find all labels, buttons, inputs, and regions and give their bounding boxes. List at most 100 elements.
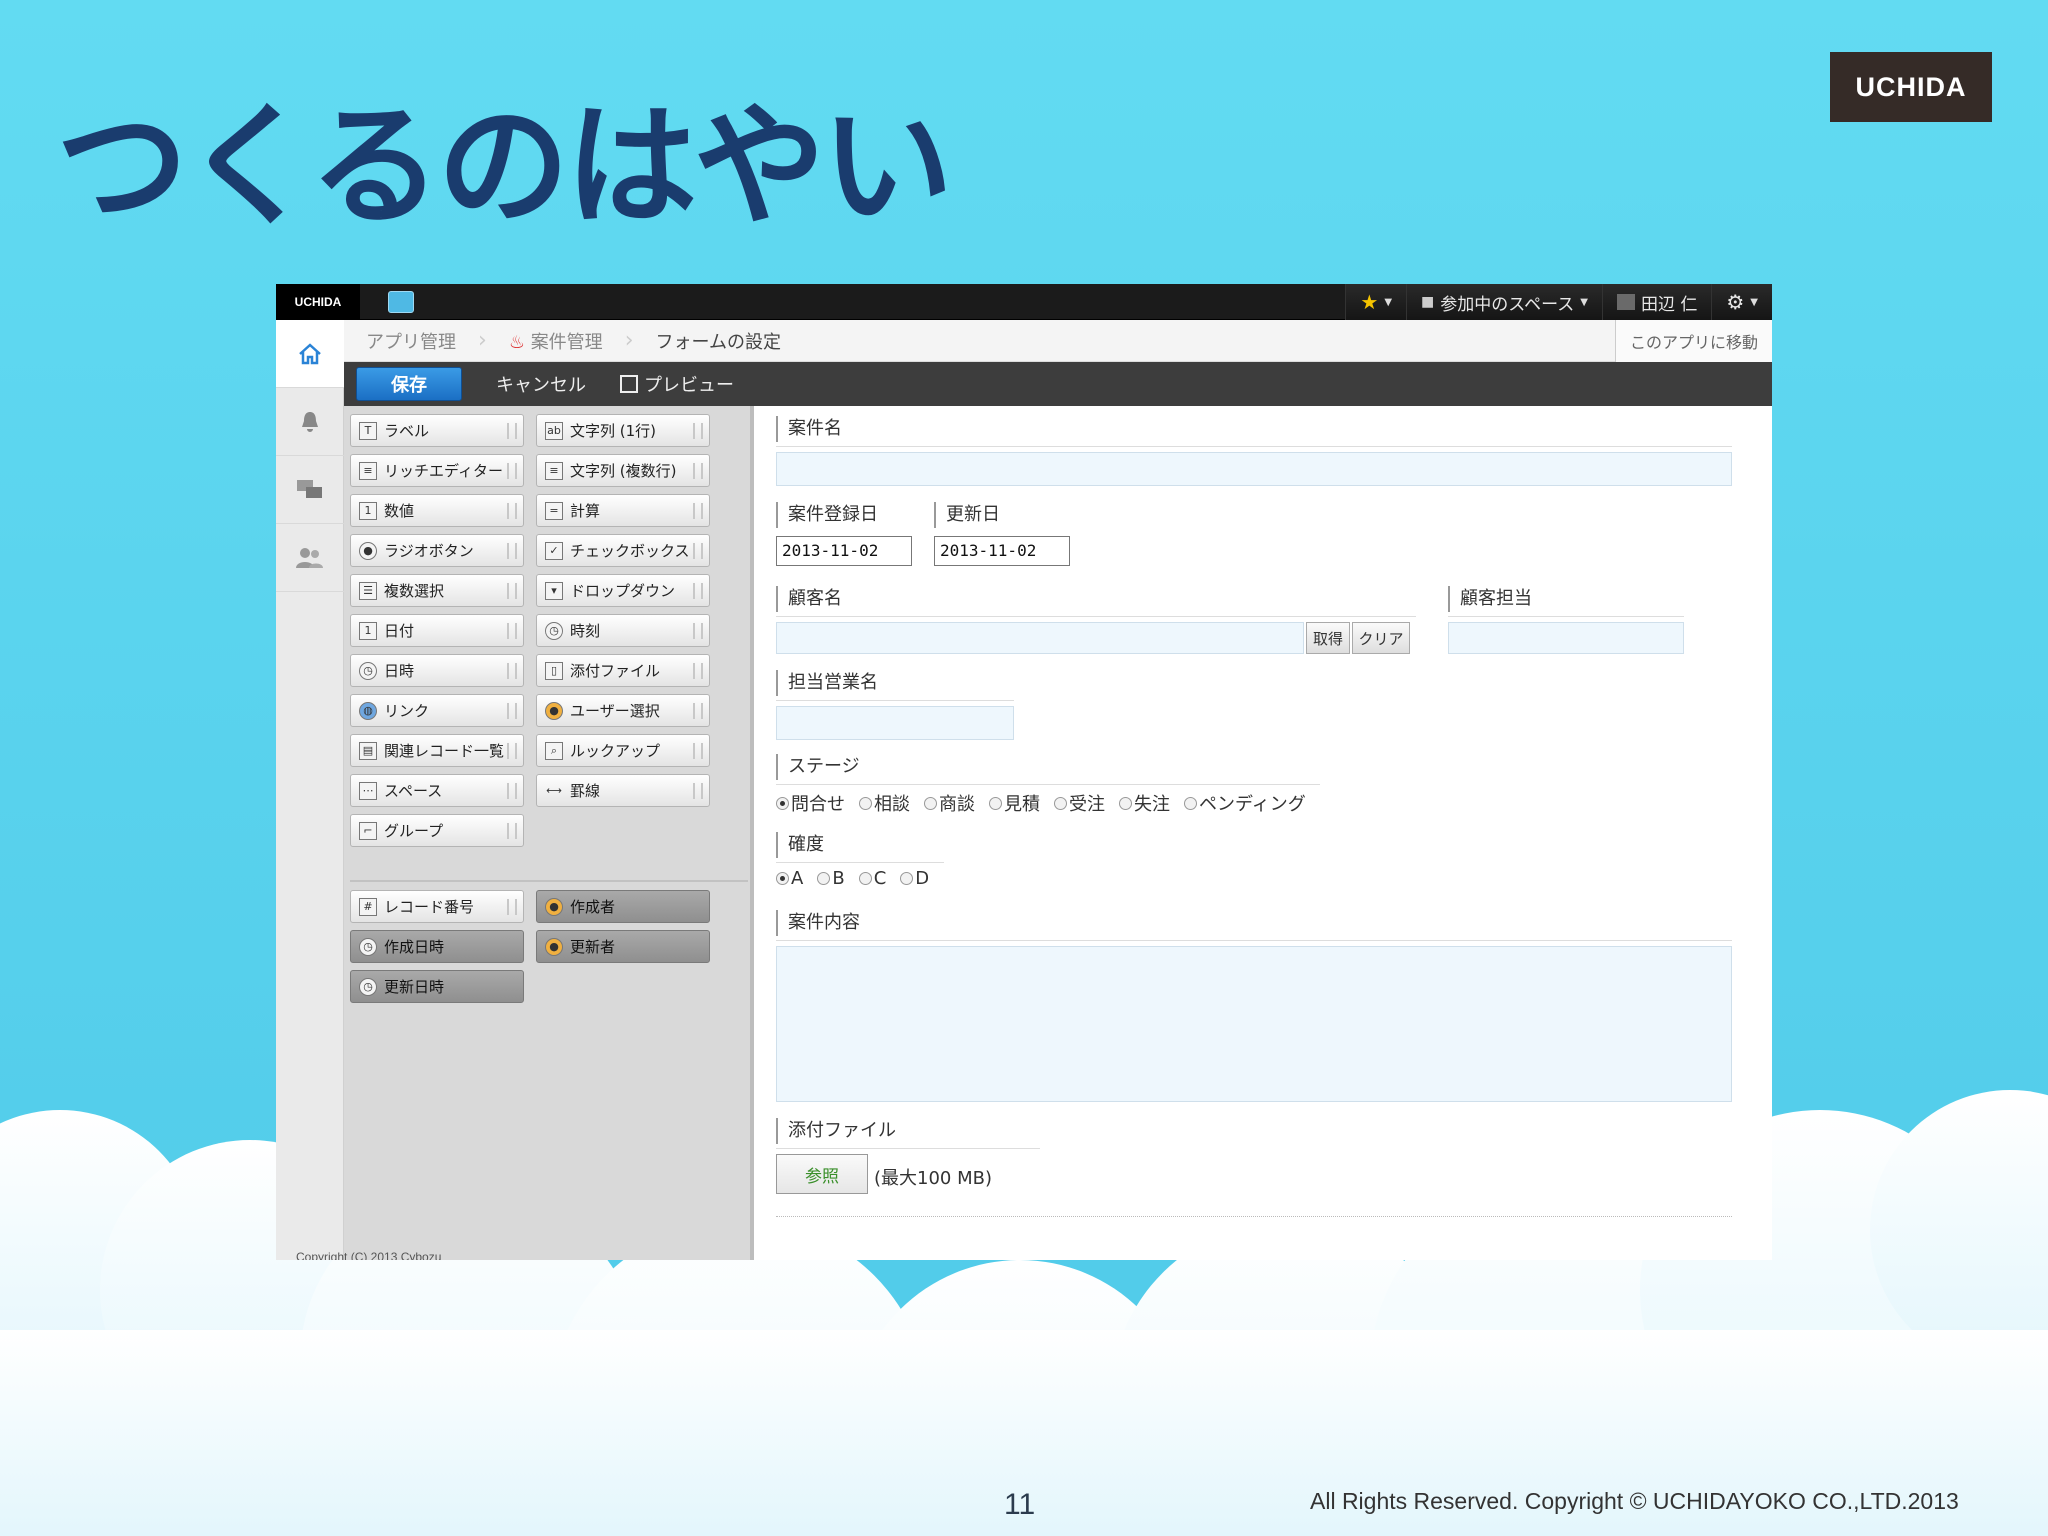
palette-record-number[interactable]: # レコード番号 xyxy=(350,890,524,923)
case-name-input[interactable] xyxy=(776,452,1732,486)
stage-option-won[interactable]: 受注 xyxy=(1054,790,1105,816)
stage-option-pending[interactable]: ペンディング xyxy=(1184,790,1306,816)
palette-time[interactable]: ◷ 時刻 xyxy=(536,614,710,647)
palette-multi-select[interactable]: ☰ 複数選択 xyxy=(350,574,524,607)
updated-date-input[interactable]: 2013-11-02 xyxy=(934,536,1070,566)
palette-item-label: レコード番号 xyxy=(384,898,475,916)
space-icon: ⋯ xyxy=(359,781,377,800)
checkbox-icon: ✓ xyxy=(545,541,563,560)
save-button[interactable]: 保存 xyxy=(356,367,462,401)
drag-handle-icon[interactable] xyxy=(693,623,703,639)
palette-item-label: 作成日時 xyxy=(384,938,445,956)
chat-bubbles-icon: ■ xyxy=(1421,294,1435,310)
certainty-option-c[interactable]: C xyxy=(858,868,887,889)
settings-menu[interactable]: ⚙ ▼ xyxy=(1711,284,1772,320)
palette-space[interactable]: ⋯ スペース xyxy=(350,774,524,807)
palette-number[interactable]: 1 数値 xyxy=(350,494,524,527)
nav-spaces[interactable] xyxy=(276,456,344,524)
drag-handle-icon[interactable] xyxy=(507,423,517,439)
palette-rich-editor[interactable]: ≡ リッチエディター xyxy=(350,454,524,487)
spaces-menu[interactable]: ■ 参加中のスペース ▼ xyxy=(1406,284,1602,320)
drag-handle-icon[interactable] xyxy=(507,743,517,759)
drag-handle-icon[interactable] xyxy=(507,783,517,799)
drag-handle-icon[interactable] xyxy=(507,583,517,599)
stage-option-consult[interactable]: 相談 xyxy=(859,790,910,816)
palette-item-label: 罫線 xyxy=(570,782,601,800)
drag-handle-icon[interactable] xyxy=(507,899,517,915)
drag-handle-icon[interactable] xyxy=(693,583,703,599)
stage-option-inquiry[interactable]: 問合せ xyxy=(776,790,845,816)
drag-handle-icon[interactable] xyxy=(507,503,517,519)
palette-link[interactable]: ◍ リンク xyxy=(350,694,524,727)
palette-dropdown[interactable]: ▾ ドロップダウン xyxy=(536,574,710,607)
certainty-label: 確度 xyxy=(776,832,824,858)
palette-attachment[interactable]: ▯ 添付ファイル xyxy=(536,654,710,687)
preview-button[interactable]: プレビュー xyxy=(620,371,734,397)
drag-handle-icon[interactable] xyxy=(693,543,703,559)
palette-related-records[interactable]: ▤ 関連レコード一覧 xyxy=(350,734,524,767)
text-field-icon: ab xyxy=(545,421,563,440)
cancel-button[interactable]: キャンセル xyxy=(496,371,586,397)
certainty-option-a[interactable]: A xyxy=(776,868,803,889)
breadcrumb-app-admin[interactable]: アプリ管理 xyxy=(344,328,478,354)
nav-people[interactable] xyxy=(276,524,344,592)
move-to-app-link[interactable]: このアプリに移動 xyxy=(1614,320,1772,362)
palette-radio[interactable]: ● ラジオボタン xyxy=(350,534,524,567)
radio-dot xyxy=(776,872,789,885)
stage-option-estimate[interactable]: 見積 xyxy=(989,790,1040,816)
palette-checkbox[interactable]: ✓ チェックボックス xyxy=(536,534,710,567)
drag-handle-icon[interactable] xyxy=(693,503,703,519)
radio-label: 相談 xyxy=(874,794,910,815)
browse-button[interactable]: 参照 xyxy=(776,1154,868,1194)
palette-single-line-text[interactable]: ab 文字列 (1行) xyxy=(536,414,710,447)
sales-person-input[interactable] xyxy=(776,706,1014,740)
palette-label[interactable]: T ラベル xyxy=(350,414,524,447)
drag-handle-icon[interactable] xyxy=(693,423,703,439)
palette-item-label: 更新日時 xyxy=(384,978,445,996)
number-icon: # xyxy=(359,897,377,916)
registered-date-input[interactable]: 2013-11-02 xyxy=(776,536,912,566)
certainty-option-d[interactable]: D xyxy=(900,868,929,889)
globe-icon: ◍ xyxy=(359,701,377,720)
palette-datetime[interactable]: ◷ 日時 xyxy=(350,654,524,687)
user-menu[interactable]: 田辺 仁 xyxy=(1601,284,1712,320)
palette-group[interactable]: ⌐ グループ xyxy=(350,814,524,847)
drag-handle-icon[interactable] xyxy=(507,543,517,559)
palette-calculation[interactable]: = 計算 xyxy=(536,494,710,527)
drag-handle-icon[interactable] xyxy=(693,703,703,719)
nav-notifications[interactable] xyxy=(276,388,344,456)
breadcrumb: アプリ管理 › ♨ 案件管理 › フォームの設定 このアプリに移動 xyxy=(344,320,1772,362)
drag-handle-icon[interactable] xyxy=(507,663,517,679)
drag-handle-icon[interactable] xyxy=(693,463,703,479)
palette-multi-line-text[interactable]: ≡ 文字列 (複数行) xyxy=(536,454,710,487)
label-underline xyxy=(776,446,1732,447)
stage-option-lost[interactable]: 失注 xyxy=(1119,790,1170,816)
breadcrumb-case-admin[interactable]: ♨ 案件管理 xyxy=(487,328,625,354)
drag-handle-icon[interactable] xyxy=(507,823,517,839)
app-icon[interactable] xyxy=(388,291,414,313)
drag-handle-icon[interactable] xyxy=(693,663,703,679)
palette-date[interactable]: 1 日付 xyxy=(350,614,524,647)
customer-name-input[interactable] xyxy=(776,622,1304,654)
drag-handle-icon[interactable] xyxy=(507,703,517,719)
drag-handle-icon[interactable] xyxy=(693,743,703,759)
clear-button[interactable]: クリア xyxy=(1352,622,1410,654)
customer-contact-input[interactable] xyxy=(1448,622,1684,654)
attachment-label: 添付ファイル xyxy=(776,1118,896,1144)
radio-dot xyxy=(1184,796,1197,810)
nav-home[interactable] xyxy=(276,320,344,388)
drag-handle-icon[interactable] xyxy=(693,783,703,799)
stage-option-negotiation[interactable]: 商談 xyxy=(924,790,975,816)
drag-handle-icon[interactable] xyxy=(507,463,517,479)
palette-border[interactable]: ⟷ 罫線 xyxy=(536,774,710,807)
palette-user-select[interactable]: ● ユーザー選択 xyxy=(536,694,710,727)
favorites-menu[interactable]: ★ ▼ xyxy=(1345,284,1407,320)
drag-handle-icon[interactable] xyxy=(507,623,517,639)
radio-label: C xyxy=(873,868,887,889)
palette-item-label: リンク xyxy=(384,702,430,720)
content-textarea[interactable] xyxy=(776,946,1732,1102)
certainty-option-b[interactable]: B xyxy=(817,868,845,889)
fetch-button[interactable]: 取得 xyxy=(1306,622,1350,654)
dropdown-icon: ▾ xyxy=(545,581,563,600)
palette-lookup[interactable]: ⌕ ルックアップ xyxy=(536,734,710,767)
